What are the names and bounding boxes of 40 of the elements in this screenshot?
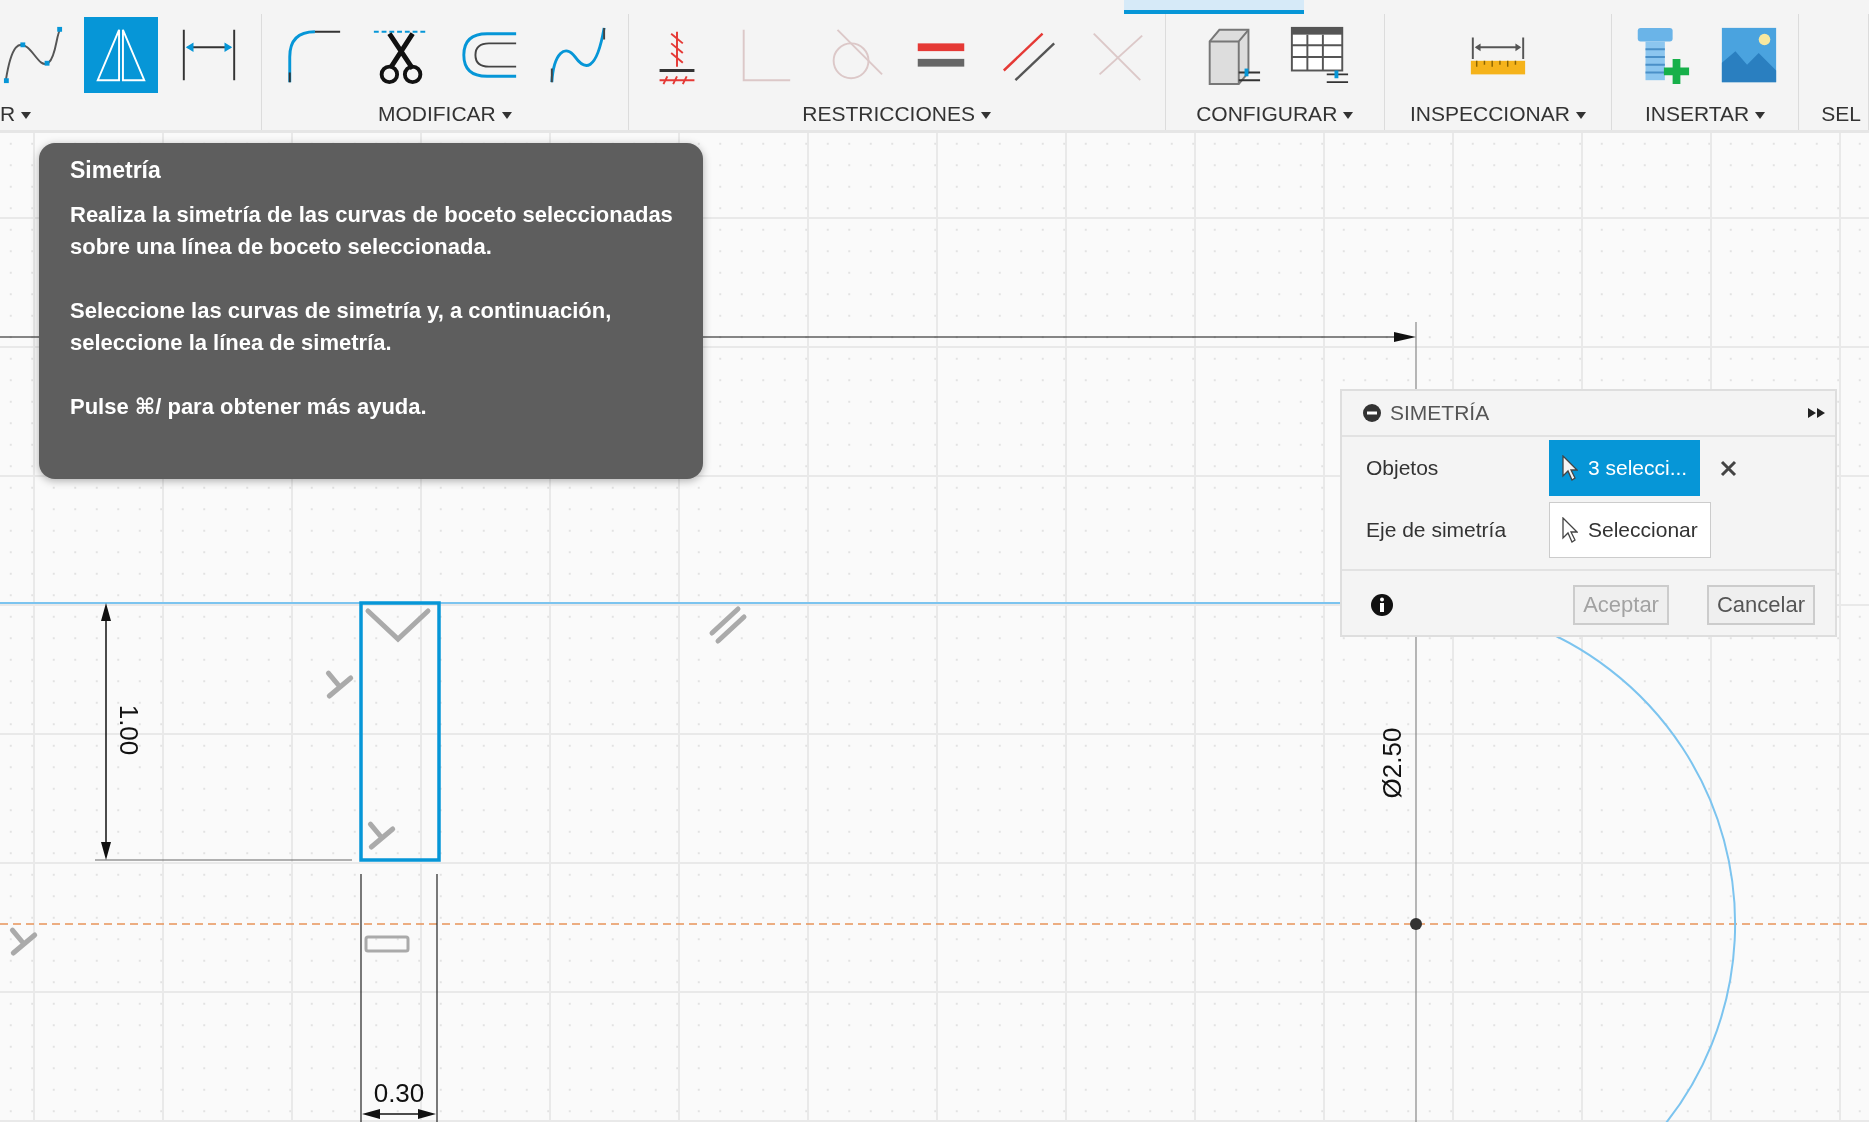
caret-icon[interactable] bbox=[501, 111, 512, 119]
tooltip-text: Seleccione las curvas de simetría y, a continuación, seleccione la línea de simetría. bbox=[70, 297, 613, 357]
caret-icon[interactable] bbox=[1755, 111, 1766, 119]
dimension-text: Ø2.50 bbox=[1376, 727, 1407, 799]
tooltip-text: Realiza la simetría de las curvas de boceto seleccionadas sobre una línea de boceto seleccionada. bbox=[70, 201, 674, 261]
dimension-text: 1.00 bbox=[114, 704, 145, 756]
parallel-constraint-icon bbox=[709, 606, 747, 644]
field-label: Eje de simetría bbox=[1366, 518, 1508, 542]
perpendicular-constraint-icon bbox=[9, 927, 38, 956]
tooltip-text: Pulse ⌘/ para obtener más ayuda. bbox=[70, 393, 428, 421]
dimension-text: 0.30 bbox=[373, 1078, 425, 1108]
cursor-icon bbox=[1562, 517, 1578, 543]
perpendicular-constraint-icon bbox=[325, 670, 354, 699]
perpendicular-constraint-icon bbox=[367, 821, 396, 850]
expand-icon[interactable] bbox=[1807, 406, 1827, 420]
dialog-button[interactable]: Cancelar bbox=[1706, 585, 1815, 625]
group-menu[interactable]: SEL bbox=[1821, 102, 1861, 125]
group-menu[interactable]: RESTRICCIONES bbox=[802, 102, 975, 125]
group-menu[interactable]: CONFIGURAR bbox=[1196, 102, 1338, 125]
caret-icon[interactable] bbox=[21, 111, 32, 119]
group-menu[interactable]: R bbox=[0, 102, 16, 125]
caret-icon[interactable] bbox=[1575, 111, 1586, 119]
perpendicular-constraint-icon bbox=[365, 608, 431, 643]
curve-icon bbox=[2, 24, 64, 86]
mirror-triangles-tool[interactable] bbox=[84, 17, 158, 93]
info-icon[interactable] bbox=[1370, 593, 1394, 617]
collapse-icon[interactable] bbox=[1362, 403, 1382, 423]
horizontal-constraint-icon bbox=[364, 935, 410, 953]
selection-button[interactable]: Seleccionar bbox=[1549, 502, 1711, 558]
group-menu[interactable]: INSERTAR bbox=[1645, 102, 1750, 125]
center-point bbox=[1410, 918, 1422, 930]
caret-icon[interactable] bbox=[1343, 111, 1354, 119]
group-menu[interactable]: MODIFICAR bbox=[377, 102, 496, 125]
dialog-title: SIMETRÍA bbox=[1390, 401, 1491, 425]
close-icon[interactable] bbox=[1720, 459, 1738, 477]
group-menu[interactable]: INSPECCIONAR bbox=[1409, 102, 1570, 125]
field-label: Objetos bbox=[1366, 456, 1440, 480]
cursor-icon bbox=[1562, 455, 1578, 481]
tooltip-title: Simetría bbox=[70, 156, 162, 185]
caret-icon[interactable] bbox=[980, 111, 991, 119]
